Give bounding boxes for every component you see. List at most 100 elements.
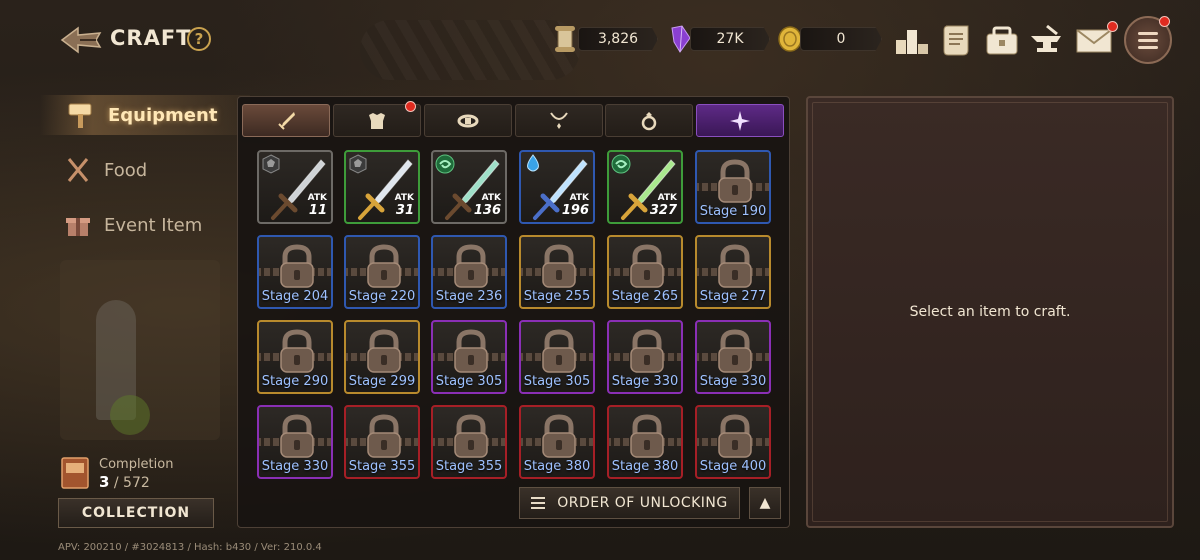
sidebar-item-event-item[interactable]: Event Item [60, 205, 202, 245]
wind-element-icon [611, 154, 631, 174]
unlock-stage-label: Stage 330 [611, 374, 679, 389]
atk-value: 196 [561, 203, 589, 218]
order-of-unlocking-button[interactable]: ORDER OF UNLOCKING [519, 487, 740, 519]
unlock-stage-label: Stage 299 [348, 374, 416, 389]
unlock-stage-label: Stage 255 [523, 289, 591, 304]
gold-coin-icon [778, 26, 802, 52]
unlock-stage-label: Stage 305 [523, 374, 591, 389]
unlock-stage-label: Stage 204 [261, 289, 329, 304]
atk-value: 31 [395, 203, 414, 218]
tab-necklace[interactable] [515, 104, 603, 137]
quest-scroll-icon[interactable] [936, 22, 976, 58]
weapon-slot[interactable]: ATK 31 [344, 150, 420, 224]
crystal-currency-value: 27K [690, 27, 770, 51]
weapon-slot[interactable]: ATK 327 [607, 150, 683, 224]
scroll-up-button[interactable]: ▲ [749, 487, 781, 519]
atk-label: ATK [307, 193, 327, 203]
collection-button[interactable]: COLLECTION [58, 498, 214, 528]
scroll-currency-icon [555, 26, 575, 52]
unlock-stage-label: Stage 330 [261, 459, 329, 474]
locked-slot[interactable]: Stage 380 [519, 405, 595, 479]
locked-slot[interactable]: Stage 355 [344, 405, 420, 479]
scroll-currency-value: 3,826 [578, 27, 658, 51]
sidebar-item-equipment[interactable]: Equipment [40, 95, 250, 135]
locked-slot[interactable]: Stage 220 [344, 235, 420, 309]
anvil-icon[interactable] [1027, 22, 1067, 58]
atk-value: 136 [473, 203, 501, 218]
sword-icon [278, 111, 295, 130]
back-arrow-icon[interactable] [60, 24, 104, 56]
mail-notification-dot [1107, 21, 1118, 32]
background-potion [110, 395, 150, 435]
star-icon [730, 110, 750, 131]
unlock-stage-label: Stage 236 [435, 289, 503, 304]
unlock-stage-label: Stage 330 [699, 374, 767, 389]
locked-slot[interactable]: Stage 255 [519, 235, 595, 309]
stone-element-icon [261, 154, 281, 174]
version-text: APV: 200210 / #3024813 / Hash: b430 / Ve… [58, 542, 322, 553]
unlock-stage-label: Stage 220 [348, 289, 416, 304]
sidebar-item-label: Equipment [108, 104, 218, 126]
locked-slot[interactable]: Stage 305 [431, 320, 507, 394]
atk-label: ATK [569, 193, 589, 203]
ranking-icon[interactable] [892, 22, 932, 58]
locked-slot[interactable]: Stage 236 [431, 235, 507, 309]
locked-slot[interactable]: Stage 380 [607, 405, 683, 479]
tab-special[interactable] [696, 104, 784, 137]
armor-icon [369, 112, 385, 129]
water-element-icon [523, 154, 543, 174]
locked-slot[interactable]: Stage 330 [607, 320, 683, 394]
unlock-stage-label: Stage 305 [435, 374, 503, 389]
locked-slot[interactable]: Stage 265 [607, 235, 683, 309]
fork-knife-icon [60, 154, 96, 186]
unlock-stage-label: Stage 380 [611, 459, 679, 474]
locked-slot[interactable]: Stage 355 [431, 405, 507, 479]
item-detail-panel: Select an item to craft. [806, 96, 1174, 528]
necklace-icon [550, 111, 568, 129]
locked-slot[interactable]: Stage 330 [257, 405, 333, 479]
inventory-chest-icon[interactable] [982, 22, 1022, 58]
sidebar-item-food[interactable]: Food [60, 150, 147, 190]
list-icon [531, 497, 546, 509]
sidebar-item-label: Event Item [104, 214, 203, 236]
atk-value: 11 [308, 203, 327, 218]
unlock-stage-label: Stage 355 [435, 459, 503, 474]
locked-slot[interactable]: Stage 400 [695, 405, 771, 479]
locked-slot[interactable]: Stage 277 [695, 235, 771, 309]
ring-icon [641, 111, 657, 130]
atk-label: ATK [657, 193, 677, 203]
order-of-unlocking-label: ORDER OF UNLOCKING [557, 495, 728, 511]
unlock-stage-label: Stage 290 [261, 374, 329, 389]
locked-slot[interactable]: Stage 299 [344, 320, 420, 394]
weapon-slot[interactable]: ATK 196 [519, 150, 595, 224]
unlock-stage-label: Stage 400 [699, 459, 767, 474]
help-button[interactable]: ? [187, 27, 211, 51]
locked-slot[interactable]: Stage 190 [695, 150, 771, 224]
completion-current: 3 [99, 473, 110, 491]
locked-slot[interactable]: Stage 204 [257, 235, 333, 309]
stone-element-icon [348, 154, 368, 174]
gift-icon [60, 209, 96, 241]
atk-value: 327 [649, 203, 677, 218]
unlock-stage-label: Stage 380 [523, 459, 591, 474]
completion-label: Completion [99, 457, 174, 472]
crystal-currency-icon [671, 25, 691, 53]
tab-belt[interactable] [424, 104, 512, 137]
top-bar: CRAFT ? 3,826 27K 0 [0, 0, 1200, 80]
weapon-slot[interactable]: ATK 11 [257, 150, 333, 224]
atk-label: ATK [481, 193, 501, 203]
chevron-up-icon: ▲ [759, 495, 771, 511]
hammer-icon [64, 99, 100, 131]
weapon-slot[interactable]: ATK 136 [431, 150, 507, 224]
belt-icon [457, 114, 479, 127]
atk-label: ATK [394, 193, 414, 203]
detail-message: Select an item to craft. [909, 304, 1071, 320]
unlock-stage-label: Stage 265 [611, 289, 679, 304]
locked-slot[interactable]: Stage 290 [257, 320, 333, 394]
menu-notification-dot [1159, 16, 1170, 27]
tab-ring[interactable] [605, 104, 693, 137]
locked-slot[interactable]: Stage 305 [519, 320, 595, 394]
locked-slot[interactable]: Stage 330 [695, 320, 771, 394]
gold-currency-value: 0 [800, 27, 882, 51]
tab-weapon[interactable] [242, 104, 330, 137]
